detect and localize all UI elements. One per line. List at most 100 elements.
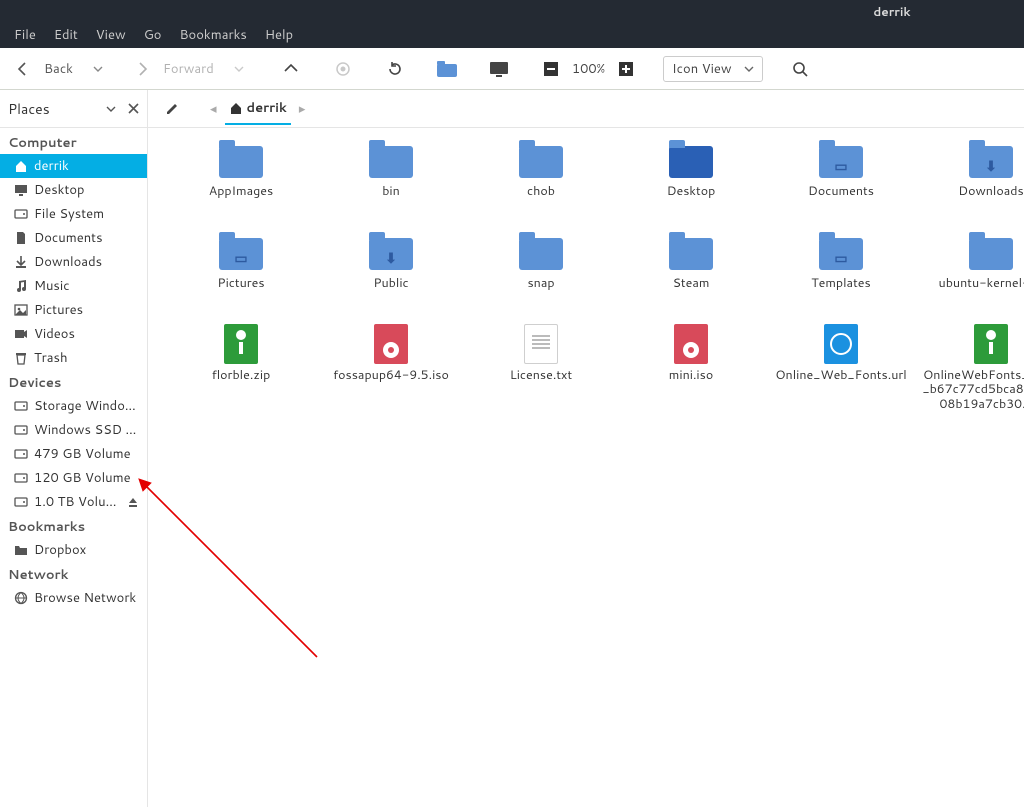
sidebar-item-storagewin[interactable]: Storage Windows [0,394,147,418]
sidebar-item-downloads[interactable]: Downloads [0,250,147,274]
disk-icon [14,423,28,437]
sidebar-item-trash[interactable]: Trash [0,346,147,370]
file-item[interactable]: florble.zip [166,324,316,416]
menu-bookmarks[interactable]: Bookmarks [171,23,254,47]
back-button[interactable] [8,54,38,84]
icon-view[interactable]: AppImages bin chob Desktop ▭Documents⬇Downlo… [148,128,1024,807]
breadcrumb-next[interactable]: ▸ [295,100,310,118]
download-icon [14,255,28,269]
sidebar-item-label: File System [34,205,104,223]
chevron-down-icon [234,64,244,74]
sidebar-item-desktop[interactable]: Desktop [0,178,147,202]
monitor-icon [489,61,509,77]
zoom-percent: 100% [572,60,605,78]
file-item[interactable]: bin [316,140,466,232]
file-name: Desktop [667,184,716,198]
pencil-icon [165,101,180,116]
doc-icon [14,231,28,245]
breadcrumb-prev[interactable]: ◂ [206,100,221,118]
file-item[interactable]: ▭Templates [766,232,916,324]
sidebar-item-label: Dropbox [34,541,86,559]
file-name: Online_Web_Fonts.url [775,368,906,382]
computer-button[interactable] [484,54,514,84]
file-item[interactable]: OnlineWebFonts_COM_b67c77cd5bca8cd8a108b… [916,324,1024,416]
file-item[interactable]: fossapup64-9.5.iso [316,324,466,416]
sidebar-item-label: Windows SSD sto… [34,421,139,439]
menubar: FileEditViewGoBookmarksHelp [0,22,1024,48]
forward-history-dropdown[interactable] [224,54,254,84]
sidebar-item-filesystem[interactable]: File System [0,202,147,226]
sidebar-item-label: Trash [34,349,68,367]
file-name: fossapup64-9.5.iso [333,368,449,382]
up-button[interactable] [276,54,306,84]
menu-file[interactable]: File [6,23,44,47]
menu-view[interactable]: View [88,23,134,47]
toolbar: Back Forward [0,48,1024,90]
zoom-out-button[interactable] [536,54,566,84]
sidebar-item-label: Music [34,277,70,295]
chevron-down-icon [106,104,116,114]
breadcrumb-current[interactable]: derrik [225,93,291,125]
file-name: Public [373,276,408,290]
file-item[interactable]: License.txt [466,324,616,416]
menu-help[interactable]: Help [257,23,301,47]
home-button[interactable] [432,54,462,84]
sidebar-item-home[interactable]: derrik [0,154,147,178]
file-item[interactable]: AppImages [166,140,316,232]
disk-icon [14,495,28,509]
disk-icon [14,399,28,413]
sidebar-item-browsenet[interactable]: Browse Network [0,586,147,610]
sidebar-item-v120[interactable]: 120 GB Volume [0,466,147,490]
desktop-icon [14,183,28,197]
file-item[interactable]: ▭Documents [766,140,916,232]
disk-icon [14,471,28,485]
file-item[interactable]: ▭Pictures [166,232,316,324]
reload-button[interactable] [380,54,410,84]
file-name: ubuntu-kernel-de [939,276,1024,290]
search-button[interactable] [785,54,815,84]
forward-button[interactable] [127,54,157,84]
sidebar-item-label: Pictures [34,301,83,319]
sidebar-section-computer: Computer [0,130,147,154]
breadcrumb-current-label: derrik [247,99,287,117]
menu-go[interactable]: Go [136,23,170,47]
menu-edit[interactable]: Edit [46,23,86,47]
edit-path-button[interactable] [158,95,186,123]
zoom-in-button[interactable] [611,54,641,84]
sidebar-item-v479[interactable]: 479 GB Volume [0,442,147,466]
sidebar-item-winssd[interactable]: Windows SSD sto… [0,418,147,442]
file-name: bin [382,184,400,198]
sidebar-item-videos[interactable]: Videos [0,322,147,346]
file-item[interactable]: mini.iso [616,324,766,416]
sidebar-item-label: Videos [34,325,75,343]
sidebar-item-label: Desktop [34,181,85,199]
sidebar-selector[interactable] [106,104,116,114]
sidebar-item-v1tb[interactable]: 1.0 TB Volu… [0,490,147,514]
folder-icon [14,543,28,557]
file-item[interactable]: snap [466,232,616,324]
stop-button[interactable] [328,54,358,84]
eject-button[interactable] [127,496,139,508]
sidebar-item-pictures[interactable]: Pictures [0,298,147,322]
close-sidebar-button[interactable] [128,103,139,114]
file-item[interactable]: ⬇Public [316,232,466,324]
file-item[interactable]: Steam [616,232,766,324]
back-label[interactable]: Back [42,60,79,78]
sidebar-item-documents[interactable]: Documents [0,226,147,250]
file-item[interactable]: Online_Web_Fonts.url [766,324,916,416]
back-history-dropdown[interactable] [83,54,113,84]
view-mode-value: Icon View [672,60,732,78]
file-item[interactable]: chob [466,140,616,232]
pictures-icon [14,303,28,317]
minus-icon [544,62,558,76]
search-icon [792,61,808,77]
file-item[interactable]: Desktop [616,140,766,232]
view-mode-select[interactable]: Icon View [663,56,763,82]
sidebar-item-dropbox[interactable]: Dropbox [0,538,147,562]
sidebar-item-music[interactable]: Music [0,274,147,298]
folder-home-icon [436,60,458,78]
file-item[interactable]: ubuntu-kernel-de [916,232,1024,324]
forward-label[interactable]: Forward [161,60,220,78]
sidebar-item-label: 120 GB Volume [34,469,131,487]
file-item[interactable]: ⬇Downloads [916,140,1024,232]
